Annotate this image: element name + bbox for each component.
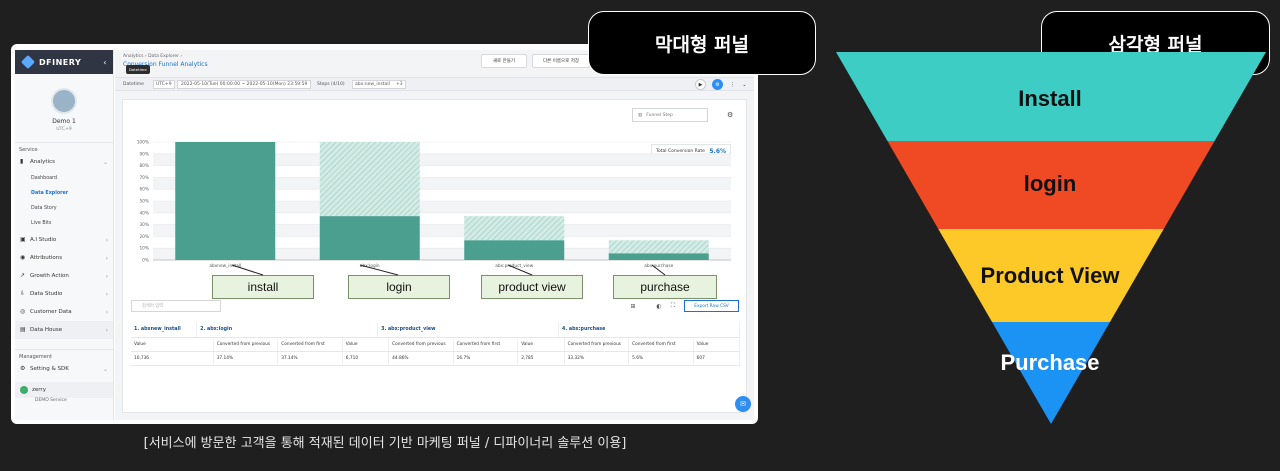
funnel-label-login: login bbox=[1023, 171, 1077, 196]
caption: [서비스에 방문한 고객을 통해 적재된 데이터 기반 마케팅 퍼널 / 디파이… bbox=[143, 436, 627, 451]
funnel-label-purchase: Purchase bbox=[1000, 350, 1100, 375]
funnel-label-product-view: Product View bbox=[980, 263, 1120, 288]
funnel-label-install: Install bbox=[1018, 86, 1082, 111]
stage: DFINERY ‹ Demo 1 UTC+9 Service ▮ Analyti… bbox=[0, 0, 1280, 471]
triangle-funnel bbox=[836, 52, 1266, 424]
